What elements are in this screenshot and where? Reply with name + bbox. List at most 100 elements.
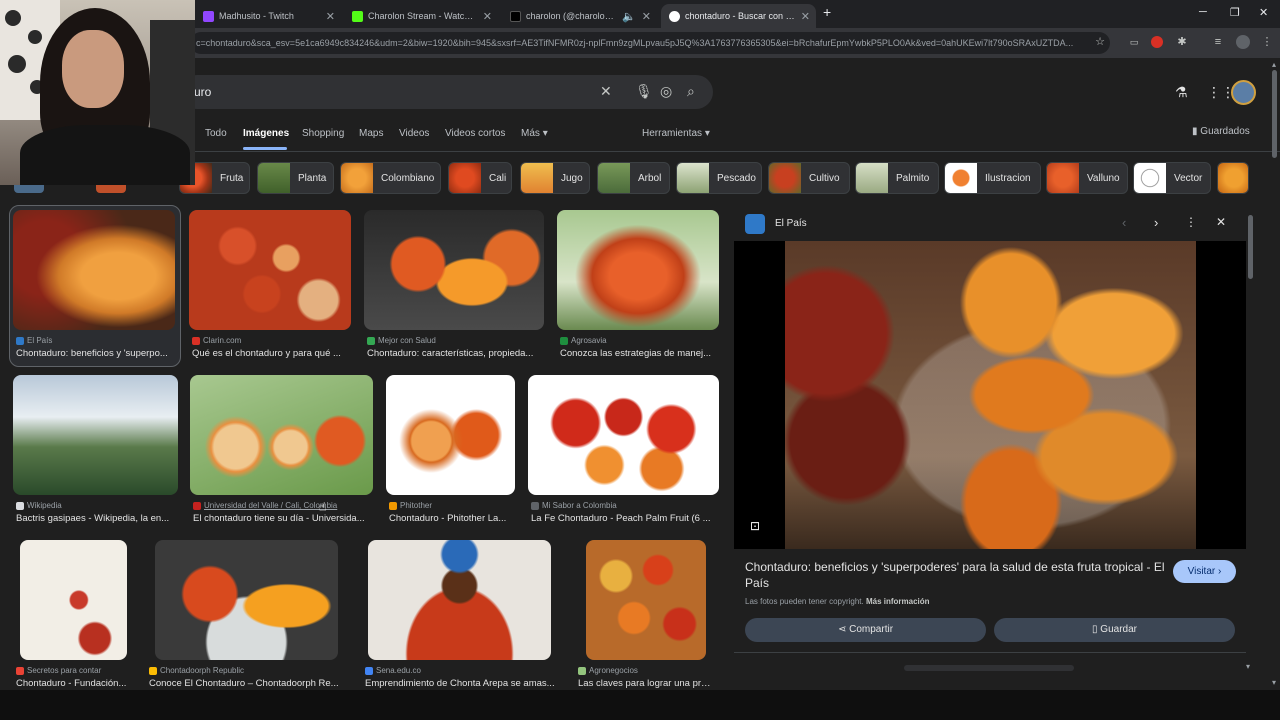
panel-scrollbar[interactable] (1248, 215, 1253, 279)
media-control-icon[interactable]: ≡ (1211, 35, 1225, 49)
result-thumbnail[interactable] (557, 210, 719, 330)
chip-jugo[interactable]: Jugo (520, 162, 590, 194)
result-thumbnail[interactable] (190, 375, 373, 495)
microphone-icon[interactable]: 🎙 (635, 83, 653, 100)
result-thumbnail[interactable] (189, 210, 351, 330)
result-source[interactable]: Secretos para contar (16, 666, 136, 675)
close-tab-icon[interactable]: ✕ (483, 10, 492, 23)
chip-cultivo[interactable]: Cultivo (768, 162, 850, 194)
account-avatar[interactable] (1231, 80, 1256, 105)
close-tab-icon[interactable]: ✕ (801, 10, 810, 23)
result-title[interactable]: Chontaduro: características, propieda... (367, 348, 545, 359)
opera-extension-icon[interactable] (1151, 36, 1163, 48)
chip-valluno[interactable]: Valluno (1046, 162, 1128, 194)
tab-videos-cortos[interactable]: Videos cortos (445, 128, 505, 139)
result-source[interactable]: Chontadoorph Republic (149, 666, 344, 675)
tab-kick[interactable]: Charolon Stream - Watch Live o✕ (344, 4, 498, 28)
previous-image-icon[interactable]: ‹ (1122, 215, 1126, 230)
result-title[interactable]: Emprendimiento de Chonta Arepa se amas..… (365, 678, 560, 689)
result-title[interactable]: Chontaduro - Fundación... (16, 678, 136, 689)
clear-search-icon[interactable]: ✕ (600, 83, 612, 100)
result-thumbnail[interactable] (13, 210, 175, 330)
tab-todo[interactable]: Todo (205, 128, 227, 139)
result-title[interactable]: Las claves para lograr una pro... (578, 678, 713, 689)
minimize-icon[interactable]: ─ (1199, 6, 1207, 18)
scroll-down-arrow-icon[interactable]: ▾ (1246, 662, 1250, 671)
chip-colombiano[interactable]: Colombiano (340, 162, 441, 194)
tab-google[interactable]: chontaduro - Buscar con Goog✕ (661, 4, 816, 28)
tab-videos[interactable]: Videos (399, 128, 429, 139)
result-source[interactable]: Agronegocios (578, 666, 713, 675)
result-title[interactable]: La Fe Chontaduro - Peach Palm Fruit (6 .… (531, 513, 720, 524)
panel-title[interactable]: Chontaduro: beneficios y 'superpoderes' … (745, 559, 1165, 591)
url-field[interactable]: c=chontaduro&sca_esv=5e1ca6949c834246&ud… (190, 32, 1110, 54)
chip-cali[interactable]: Cali (448, 162, 512, 194)
result-title[interactable]: Conoce El Chontaduro – Chontadoorph Re..… (149, 678, 344, 689)
result-source[interactable]: Agrosavia (560, 336, 720, 345)
next-image-icon[interactable]: › (1154, 215, 1158, 230)
chip-ilustracion[interactable]: Ilustracion (944, 162, 1041, 194)
scroll-up-arrow-icon[interactable]: ▴ (1272, 60, 1276, 69)
maximize-icon[interactable]: ❐ (1230, 6, 1240, 19)
result-thumbnail[interactable] (586, 540, 706, 660)
lens-camera-icon[interactable]: ◎ (660, 83, 672, 100)
result-thumbnail[interactable] (364, 210, 544, 330)
visit-button[interactable]: Visitar › (1173, 560, 1236, 583)
extensions-puzzle-icon[interactable]: ✱ (1175, 35, 1189, 49)
result-source[interactable]: Sena.edu.co (365, 666, 560, 675)
result-source[interactable]: Mi Sabor a Colombia (531, 501, 720, 510)
close-window-icon[interactable]: ✕ (1259, 6, 1268, 19)
tab-shopping[interactable]: Shopping (302, 128, 344, 139)
chip-planta[interactable]: Planta (257, 162, 334, 194)
result-title[interactable]: Chontaduro: beneficios y 'superpo... (16, 348, 176, 359)
saved-button[interactable]: ▮ Guardados (1192, 126, 1250, 137)
result-title[interactable]: Conozca las estrategias de manej... (560, 348, 720, 359)
page-scrollbar[interactable] (1272, 70, 1277, 158)
tab-twitch[interactable]: Madhusito - Twitch ✕ (195, 4, 341, 28)
search-icon[interactable]: ⌕ (687, 83, 695, 100)
tab-imagenes[interactable]: Imágenes (243, 128, 289, 139)
tab-tiktok[interactable]: charolon (@charolon2) esta🔈✕ (502, 4, 657, 28)
result-thumbnail[interactable] (20, 540, 127, 660)
result-thumbnail[interactable] (368, 540, 551, 660)
chip-arbol[interactable]: Arbol (597, 162, 670, 194)
browser-menu-icon[interactable]: ⋮ (1260, 35, 1274, 49)
result-source[interactable]: Phitother (389, 501, 516, 510)
extension-icon[interactable]: ▭ (1127, 35, 1141, 49)
result-source[interactable]: Clarin.com (192, 336, 352, 345)
result-thumbnail[interactable] (155, 540, 338, 660)
chip-palmito[interactable]: Palmito (855, 162, 939, 194)
more-info-link[interactable]: Más información (866, 597, 930, 606)
result-source[interactable]: El País (16, 336, 176, 345)
share-button[interactable]: ⋖ Compartir (745, 618, 986, 642)
tab-maps[interactable]: Maps (359, 128, 383, 139)
tab-mas[interactable]: Más ▾ (521, 128, 548, 139)
search-box[interactable]: uro ✕ 🎙 ◎ ⌕ (180, 75, 713, 109)
mute-icon[interactable]: 🔈 (622, 10, 636, 23)
tools-button[interactable]: Herramientas ▾ (642, 128, 710, 139)
result-thumbnail[interactable] (13, 375, 178, 495)
search-input[interactable]: uro (194, 85, 211, 99)
result-title[interactable]: Qué es el chontaduro y para qué ... (192, 348, 352, 359)
result-title[interactable]: Chontaduro - Phitother La... (389, 513, 516, 524)
more-options-icon[interactable]: ⋮ (1185, 215, 1197, 229)
result-thumbnail[interactable] (528, 375, 719, 495)
save-button[interactable]: ▯ Guardar (994, 618, 1235, 642)
chip-pescado[interactable]: Pescado (676, 162, 762, 194)
result-title[interactable]: El chontaduro tiene su día - Universida.… (193, 513, 374, 524)
chip-more[interactable] (1217, 162, 1249, 194)
new-tab-button[interactable]: + (823, 4, 831, 20)
close-tab-icon[interactable]: ✕ (642, 10, 651, 23)
result-source[interactable]: Universidad del Valle / Cali, Colombia (193, 501, 374, 510)
chip-vector[interactable]: Vector (1133, 162, 1211, 194)
lens-search-icon[interactable]: ⊡ (750, 519, 760, 533)
close-panel-icon[interactable]: ✕ (1216, 215, 1226, 229)
panel-source[interactable]: El País (775, 218, 807, 229)
close-tab-icon[interactable]: ✕ (326, 10, 335, 23)
bookmark-star-icon[interactable]: ☆ (1093, 35, 1107, 49)
labs-flask-icon[interactable]: ⚗ (1175, 84, 1188, 101)
profile-avatar[interactable] (1236, 35, 1250, 49)
result-title[interactable]: Bactris gasipaes - Wikipedia, la en... (16, 513, 179, 524)
result-source[interactable]: Wikipedia (16, 501, 179, 510)
result-source[interactable]: Mejor con Salud (367, 336, 545, 345)
